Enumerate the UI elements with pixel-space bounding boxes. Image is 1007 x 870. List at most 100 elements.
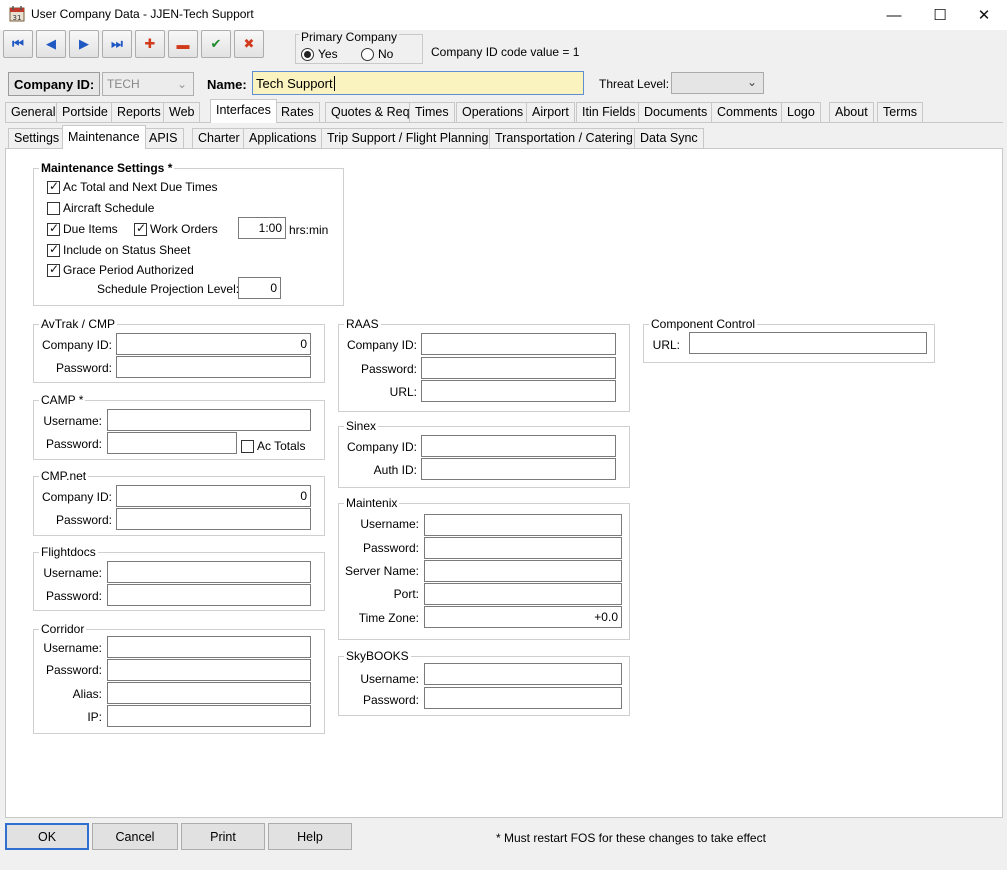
svg-text:31: 31 xyxy=(13,14,22,22)
ac-total-checkbox[interactable]: Ac Total and Next Due Times xyxy=(47,179,218,194)
aircraft-schedule-check[interactable] xyxy=(47,201,60,215)
due-items-check[interactable] xyxy=(47,221,60,236)
skybooks-password-input[interactable] xyxy=(424,687,622,709)
tab-rates[interactable]: Rates xyxy=(275,102,320,122)
maximize-icon[interactable]: ☐ xyxy=(917,0,963,30)
maintenix-timezone-input[interactable]: +0.0 xyxy=(424,606,622,628)
raas-password-input[interactable] xyxy=(421,357,616,379)
flightdocs-title: Flightdocs xyxy=(39,545,98,559)
cmpnet-company-id-input[interactable]: 0 xyxy=(116,485,311,507)
camp-title: CAMP * xyxy=(39,393,86,407)
camp-password-input[interactable] xyxy=(107,432,237,454)
primary-no-radio[interactable]: No xyxy=(361,47,393,61)
subtab-transportation[interactable]: Transportation / Catering xyxy=(489,128,639,148)
add-record-button[interactable]: ✚ xyxy=(135,30,165,58)
tab-operations[interactable]: Operations xyxy=(456,102,530,122)
primary-yes-radio[interactable]: Yes xyxy=(301,47,338,61)
avtrak-password-input[interactable] xyxy=(116,356,311,378)
minimize-icon[interactable]: — xyxy=(871,0,917,30)
tab-general[interactable]: General xyxy=(5,102,62,122)
corridor-ip-input[interactable] xyxy=(107,705,311,727)
cancel-button[interactable]: Cancel xyxy=(92,823,178,850)
save-button[interactable]: ✔ xyxy=(201,30,231,58)
status-sheet-check[interactable] xyxy=(47,242,60,257)
help-button[interactable]: Help xyxy=(268,823,352,850)
flightdocs-password-input[interactable] xyxy=(107,584,311,606)
corridor-username-input[interactable] xyxy=(107,636,311,658)
subtab-charter[interactable]: Charter xyxy=(192,128,246,148)
subtab-applications[interactable]: Applications xyxy=(243,128,323,148)
next-record-button[interactable]: ▶ xyxy=(69,30,99,58)
maintenix-port-input[interactable] xyxy=(424,583,622,605)
print-button[interactable]: Print xyxy=(181,823,265,850)
subtab-maintenance[interactable]: Maintenance xyxy=(62,125,146,149)
company-id-select[interactable]: TECH ⌄ xyxy=(102,72,194,96)
tab-web[interactable]: Web xyxy=(163,102,201,122)
first-record-button[interactable]: ⏮ xyxy=(3,30,33,58)
status-sheet-label: Include on Status Sheet xyxy=(63,243,191,257)
resize-grip[interactable] xyxy=(1001,852,1007,870)
ok-button[interactable]: OK xyxy=(5,823,89,850)
tab-interfaces[interactable]: Interfaces xyxy=(210,99,277,123)
corridor-password-input[interactable] xyxy=(107,659,311,681)
close-icon[interactable]: ✕ xyxy=(961,0,1007,30)
subtab-settings[interactable]: Settings xyxy=(8,128,66,148)
maintenix-port-label: Port: xyxy=(393,587,419,601)
tab-reports[interactable]: Reports xyxy=(111,102,167,122)
grace-period-check[interactable] xyxy=(47,262,60,277)
tab-quotes[interactable]: Quotes & Req xyxy=(325,102,416,122)
skybooks-username-input[interactable] xyxy=(424,663,622,685)
restart-note: * Must restart FOS for these changes to … xyxy=(496,831,766,845)
component-control-url-input[interactable] xyxy=(689,332,927,354)
subtab-apis[interactable]: APIS xyxy=(143,128,184,148)
radio-yes-indicator[interactable] xyxy=(301,47,314,61)
tab-logo[interactable]: Logo xyxy=(781,102,821,122)
ac-total-check[interactable] xyxy=(47,179,60,194)
maintenix-server-label: Server Name: xyxy=(344,564,419,578)
delete-record-button[interactable]: ▬ xyxy=(168,30,198,58)
projection-level-input[interactable]: 0 xyxy=(238,277,281,299)
tab-comments[interactable]: Comments xyxy=(711,102,784,122)
cmpnet-company-id-label: Company ID: xyxy=(41,490,112,504)
camp-username-input[interactable] xyxy=(107,409,311,431)
cancel-edit-button[interactable]: ✖ xyxy=(234,30,264,58)
camp-username-label: Username: xyxy=(43,414,102,428)
radio-no-indicator[interactable] xyxy=(361,47,374,61)
grace-period-checkbox[interactable]: Grace Period Authorized xyxy=(47,262,194,277)
cmpnet-password-input[interactable] xyxy=(116,508,311,530)
corridor-alias-input[interactable] xyxy=(107,682,311,704)
sinex-company-id-input[interactable] xyxy=(421,435,616,457)
avtrak-company-id-label: Company ID: xyxy=(41,338,112,352)
last-record-button[interactable]: ⏭ xyxy=(102,30,132,58)
due-items-checkbox[interactable]: Due Items xyxy=(47,221,118,236)
flightdocs-username-input[interactable] xyxy=(107,561,311,583)
threat-level-select[interactable]: ⌄ xyxy=(671,72,764,94)
raas-title: RAAS xyxy=(344,317,381,331)
sinex-auth-id-input[interactable] xyxy=(421,458,616,480)
maintenix-server-input[interactable] xyxy=(424,560,622,582)
maintenix-username-input[interactable] xyxy=(424,514,622,536)
corridor-ip-label: IP: xyxy=(87,710,102,724)
raas-url-input[interactable] xyxy=(421,380,616,402)
work-orders-checkbox[interactable]: Work Orders xyxy=(134,221,218,236)
tab-documents[interactable]: Documents xyxy=(638,102,714,122)
avtrak-company-id-input[interactable]: 0 xyxy=(116,333,311,355)
previous-record-button[interactable]: ◀ xyxy=(36,30,66,58)
name-input[interactable]: Tech Support xyxy=(252,71,584,95)
tab-about[interactable]: About xyxy=(829,102,874,122)
subtab-data-sync[interactable]: Data Sync xyxy=(634,128,704,148)
camp-ac-totals-check[interactable] xyxy=(241,439,254,453)
work-orders-check[interactable] xyxy=(134,221,147,236)
subtab-trip-support[interactable]: Trip Support / Flight Planning xyxy=(321,128,495,148)
aircraft-schedule-checkbox[interactable]: Aircraft Schedule xyxy=(47,201,154,215)
raas-company-id-input[interactable] xyxy=(421,333,616,355)
tab-terms[interactable]: Terms xyxy=(877,102,924,122)
tab-portside[interactable]: Portside xyxy=(56,102,114,122)
tab-times[interactable]: Times xyxy=(409,102,455,122)
time-input[interactable]: 1:00 xyxy=(238,217,286,239)
tab-airport[interactable]: Airport xyxy=(526,102,575,122)
camp-ac-totals-checkbox[interactable]: Ac Totals xyxy=(241,439,305,453)
status-sheet-checkbox[interactable]: Include on Status Sheet xyxy=(47,242,191,257)
maintenix-password-input[interactable] xyxy=(424,537,622,559)
tab-itin-fields[interactable]: Itin Fields xyxy=(576,102,642,122)
